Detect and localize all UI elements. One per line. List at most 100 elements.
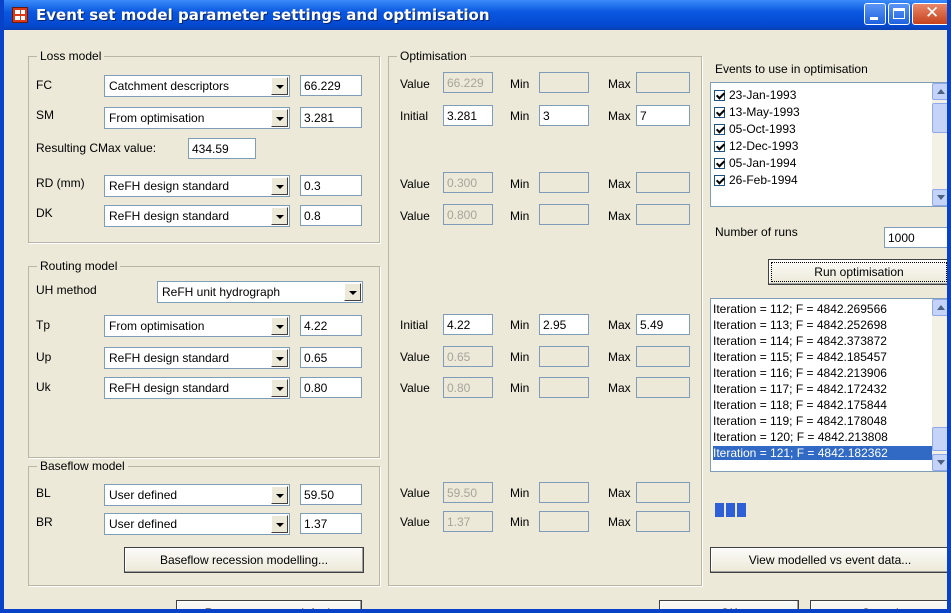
iteration-row[interactable]: Iteration = 118; F = 4842.175844 (713, 398, 887, 412)
uk-value-field[interactable]: 0.80 (300, 377, 362, 398)
tp-opt-initial-field[interactable]: 4.22 (443, 314, 493, 335)
dk-opt-min-field (539, 204, 589, 225)
up-opt-min-field (539, 346, 589, 367)
ok-button[interactable]: OK (659, 600, 799, 609)
rd-label: RD (mm) (36, 176, 85, 190)
tp-value-field[interactable]: 4.22 (300, 315, 362, 336)
rd-method-select[interactable]: ReFH design standard (104, 175, 290, 197)
fc-opt-min-label: Min (510, 77, 530, 91)
tp-label: Tp (36, 318, 51, 332)
fc-opt-max-field (636, 72, 690, 93)
iteration-row[interactable]: Iteration = 119; F = 4842.178048 (713, 414, 887, 428)
events-list[interactable]: 23-Jan-1993 13-May-1993 05-Oct-1993 12-D… (710, 82, 947, 207)
events-scrollbar[interactable] (932, 83, 947, 206)
bl-value-field[interactable]: 59.50 (300, 484, 362, 505)
chevron-down-icon[interactable] (271, 379, 288, 397)
iteration-row-selected[interactable]: Iteration = 121; F = 4842.182362 (713, 446, 932, 460)
event-date: 05-Jan-1994 (729, 156, 797, 170)
sm-opt-min-field[interactable]: 3 (539, 105, 589, 126)
dk-value-field[interactable]: 0.8 (300, 205, 362, 226)
br-opt-min-label: Min (510, 515, 530, 529)
checkbox-checked-icon[interactable] (714, 175, 725, 186)
iterations-log[interactable]: Iteration = 112; F = 4842.269566 Iterati… (710, 298, 947, 472)
up-opt-max-label: Max (608, 350, 631, 364)
sm-opt-initial-field[interactable]: 3.281 (443, 105, 493, 126)
minimize-button[interactable] (864, 3, 886, 25)
rd-opt-max-label: Max (608, 177, 631, 191)
iteration-row[interactable]: Iteration = 113; F = 4842.252698 (713, 318, 887, 332)
rd-value-field[interactable]: 0.3 (300, 175, 362, 196)
dk-method-select[interactable]: ReFH design standard (104, 205, 290, 227)
fc-method-select[interactable]: Catchment descriptors (104, 75, 290, 97)
scroll-down-icon[interactable] (932, 454, 947, 471)
uh-method-select[interactable]: ReFH unit hydrograph (157, 281, 363, 303)
scroll-up-icon[interactable] (932, 299, 947, 316)
bl-method-select[interactable]: User defined (104, 484, 290, 506)
rd-method-value: ReFH design standard (109, 179, 230, 193)
up-value-field[interactable]: 0.65 (300, 347, 362, 368)
chevron-down-icon[interactable] (271, 77, 288, 95)
baseflow-recession-button[interactable]: Baseflow recession modelling... (124, 547, 364, 573)
fc-value-field[interactable]: 66.229 (300, 75, 362, 96)
checkbox-checked-icon[interactable] (714, 107, 725, 118)
scroll-up-icon[interactable] (932, 83, 947, 100)
iteration-row[interactable]: Iteration = 112; F = 4842.269566 (713, 302, 887, 316)
tp-opt-max-label: Max (608, 318, 631, 332)
iteration-row[interactable]: Iteration = 115; F = 4842.185457 (713, 350, 887, 364)
uk-opt-max-field (636, 377, 690, 398)
tp-method-select[interactable]: From optimisation (104, 315, 290, 337)
view-modelled-vs-event-button[interactable]: View modelled vs event data... (710, 547, 947, 573)
scroll-thumb[interactable] (932, 427, 947, 451)
dialog-window: Event set model parameter settings and o… (0, 0, 951, 613)
event-item[interactable]: 23-Jan-1993 (714, 87, 796, 103)
progress-bar (715, 503, 765, 517)
iteration-row[interactable]: Iteration = 117; F = 4842.172432 (713, 382, 887, 396)
sm-method-select[interactable]: From optimisation (104, 107, 290, 129)
iterations-scrollbar[interactable] (932, 299, 947, 471)
maximize-button[interactable] (888, 3, 910, 25)
up-opt-value-field: 0.65 (443, 346, 493, 367)
sm-value-field[interactable]: 3.281 (300, 107, 362, 128)
event-item[interactable]: 26-Feb-1994 (714, 172, 798, 188)
br-value-field[interactable]: 1.37 (300, 513, 362, 534)
event-item[interactable]: 13-May-1993 (714, 104, 800, 120)
uk-method-select[interactable]: ReFH design standard (104, 377, 290, 399)
iteration-row[interactable]: Iteration = 120; F = 4842.213808 (713, 430, 888, 444)
bl-opt-min-label: Min (510, 486, 530, 500)
chevron-down-icon[interactable] (271, 109, 288, 127)
run-optimisation-button[interactable]: Run optimisation (768, 259, 947, 285)
iteration-row[interactable]: Iteration = 114; F = 4842.373872 (713, 334, 887, 348)
runs-field[interactable]: 1000 (884, 227, 947, 248)
chevron-down-icon[interactable] (271, 177, 288, 195)
cancel-button[interactable]: Cancel (810, 600, 947, 609)
event-item[interactable]: 12-Dec-1993 (714, 138, 798, 154)
minimize-icon (870, 17, 878, 20)
reset-parameter-default-button[interactable]: Reset parameter default (176, 600, 362, 609)
br-method-select[interactable]: User defined (104, 513, 290, 535)
chevron-down-icon[interactable] (344, 283, 361, 301)
scroll-thumb[interactable] (932, 103, 947, 133)
chevron-down-icon[interactable] (271, 515, 288, 533)
scroll-down-icon[interactable] (932, 189, 947, 206)
close-button[interactable]: ✕ (912, 3, 947, 25)
events-label: Events to use in optimisation (715, 62, 868, 76)
iteration-row[interactable]: Iteration = 116; F = 4842.213906 (713, 366, 887, 380)
chevron-down-icon[interactable] (271, 349, 288, 367)
checkbox-checked-icon[interactable] (714, 141, 725, 152)
checkbox-checked-icon[interactable] (714, 124, 725, 135)
checkbox-checked-icon[interactable] (714, 90, 725, 101)
chevron-down-icon[interactable] (271, 317, 288, 335)
chevron-down-icon[interactable] (271, 486, 288, 504)
event-item[interactable]: 05-Jan-1994 (714, 155, 796, 171)
event-item[interactable]: 05-Oct-1993 (714, 121, 796, 137)
up-method-select[interactable]: ReFH design standard (104, 347, 290, 369)
title-bar[interactable]: Event set model parameter settings and o… (4, 0, 947, 30)
tp-opt-type-label: Initial (400, 318, 429, 332)
sm-opt-max-field[interactable]: 7 (636, 105, 690, 126)
chevron-down-icon[interactable] (271, 207, 288, 225)
tp-opt-min-label: Min (510, 318, 530, 332)
tp-opt-max-field[interactable]: 5.49 (636, 314, 690, 335)
checkbox-checked-icon[interactable] (714, 158, 725, 169)
tp-opt-min-field[interactable]: 2.95 (539, 314, 589, 335)
close-icon: ✕ (925, 3, 940, 23)
